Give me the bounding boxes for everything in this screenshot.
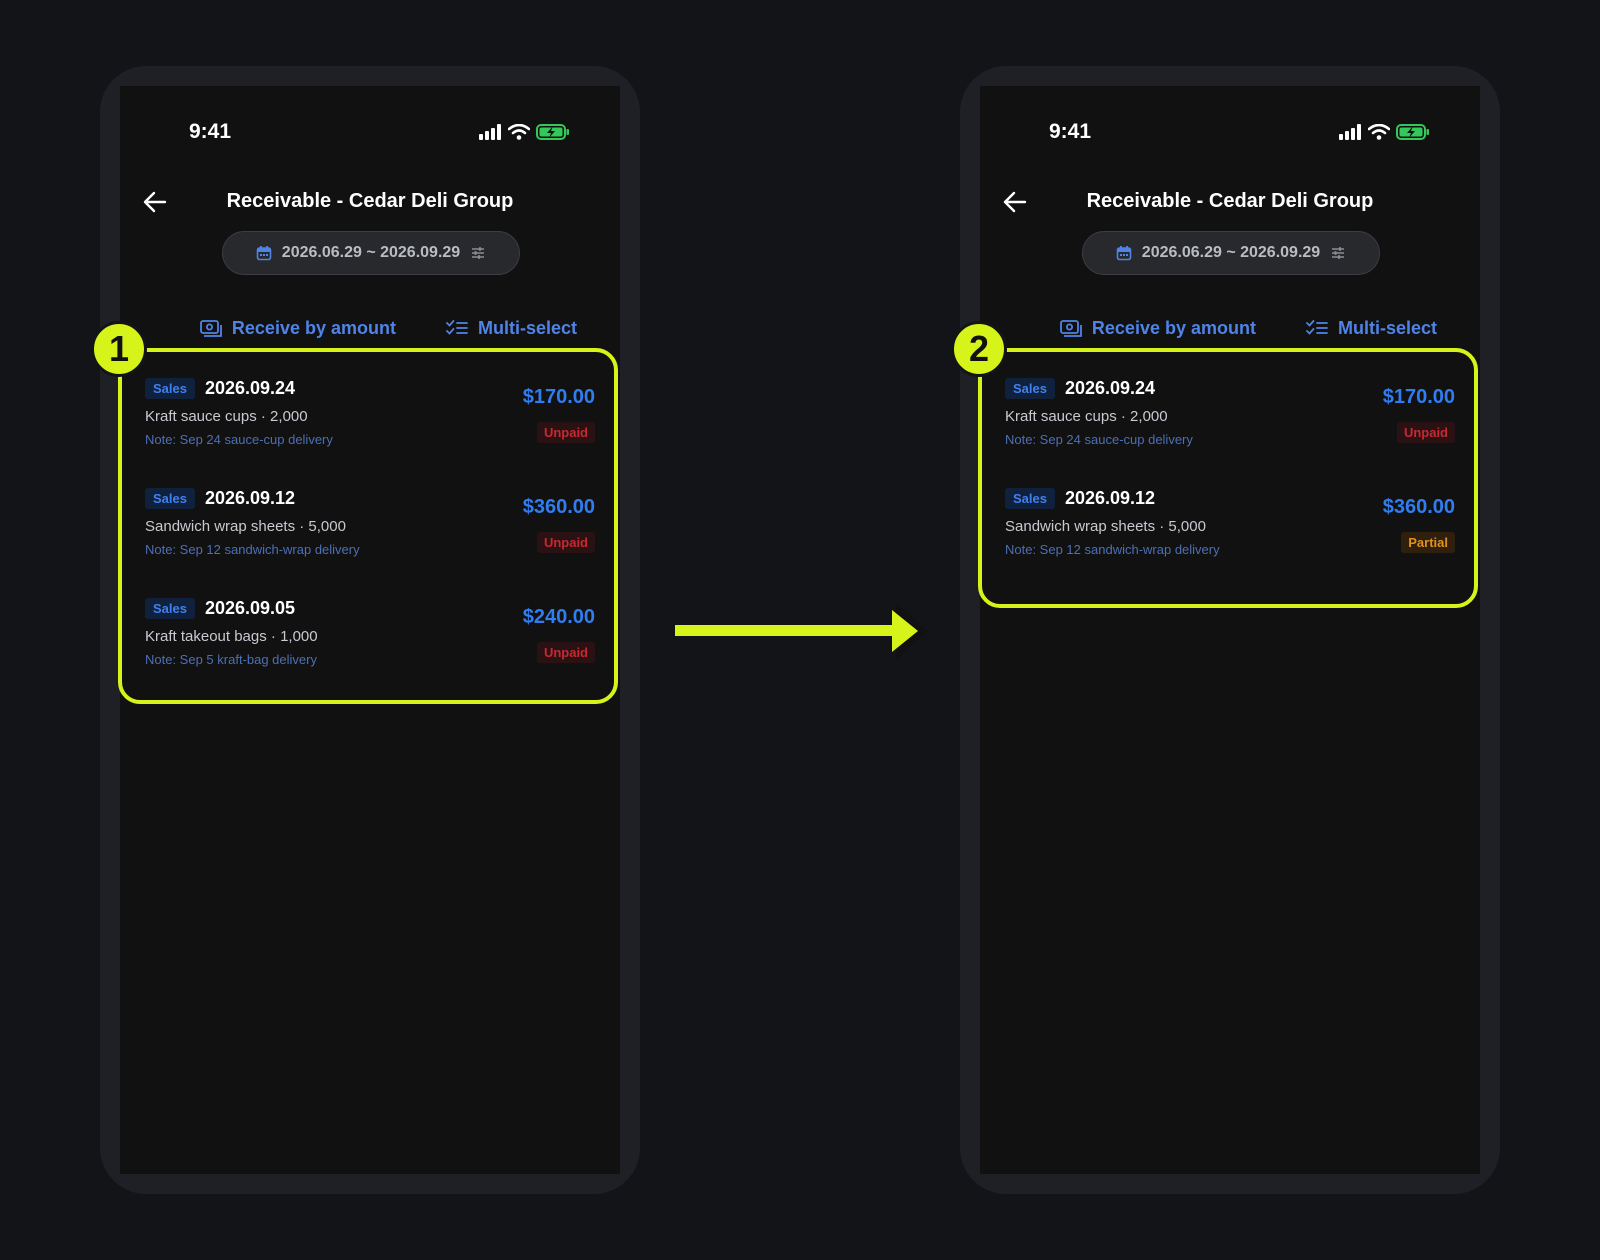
phone-frame-after: 9:41 Receivable - Cedar Deli Group 2026.…	[960, 66, 1500, 1194]
highlight-box-step-1	[118, 348, 618, 704]
date-range-filter[interactable]: 2026.06.29 ~ 2026.09.29	[1082, 231, 1380, 275]
calendar-icon	[1116, 246, 1132, 261]
action-bar: Receive by amount Multi-select	[980, 313, 1480, 343]
battery-charging-icon	[1396, 124, 1429, 140]
action-bar: Receive by amount Multi-select	[120, 313, 620, 343]
battery-charging-icon	[536, 124, 569, 140]
date-range-text: 2026.06.29 ~ 2026.09.29	[281, 244, 461, 261]
wifi-icon	[508, 124, 530, 140]
page-title: Receivable - Cedar Deli Group	[226, 190, 514, 212]
multi-select-button[interactable]: Multi-select	[1306, 313, 1437, 343]
wifi-icon	[1368, 124, 1390, 140]
checklist-icon	[446, 320, 468, 335]
right-arrow-icon	[675, 602, 928, 660]
page-title: Receivable - Cedar Deli Group	[1086, 190, 1374, 212]
cash-icon	[1060, 320, 1082, 337]
receive-by-amount-label: Receive by amount	[1091, 317, 1256, 338]
nav-bar: Receivable - Cedar Deli Group	[120, 182, 620, 222]
date-range-text: 2026.06.29 ~ 2026.09.29	[1141, 244, 1321, 261]
cash-icon	[200, 320, 222, 337]
multi-select-label: Multi-select	[477, 317, 577, 338]
multi-select-label: Multi-select	[1337, 317, 1437, 338]
date-range-filter[interactable]: 2026.06.29 ~ 2026.09.29	[222, 231, 520, 275]
highlight-box-step-2	[978, 348, 1478, 608]
step-marker-2: 2	[951, 321, 1007, 377]
phone-screen: 9:41 Receivable - Cedar Deli Group 2026.…	[980, 86, 1480, 1174]
receive-by-amount-button[interactable]: Receive by amount	[200, 313, 396, 343]
status-icons	[1338, 124, 1430, 140]
receive-by-amount-label: Receive by amount	[231, 317, 396, 338]
status-time: 9:41	[1049, 120, 1092, 143]
nav-bar: Receivable - Cedar Deli Group	[980, 182, 1480, 222]
calendar-icon	[256, 246, 272, 261]
receive-by-amount-button[interactable]: Receive by amount	[1060, 313, 1256, 343]
status-icons	[478, 124, 570, 140]
checklist-icon	[1306, 320, 1328, 335]
step-marker-1: 1	[91, 321, 147, 377]
signal-icon	[479, 124, 501, 140]
multi-select-button[interactable]: Multi-select	[446, 313, 577, 343]
signal-icon	[1339, 124, 1361, 140]
filter-icon	[472, 247, 485, 259]
filter-icon	[1332, 247, 1345, 259]
status-time: 9:41	[189, 120, 232, 143]
